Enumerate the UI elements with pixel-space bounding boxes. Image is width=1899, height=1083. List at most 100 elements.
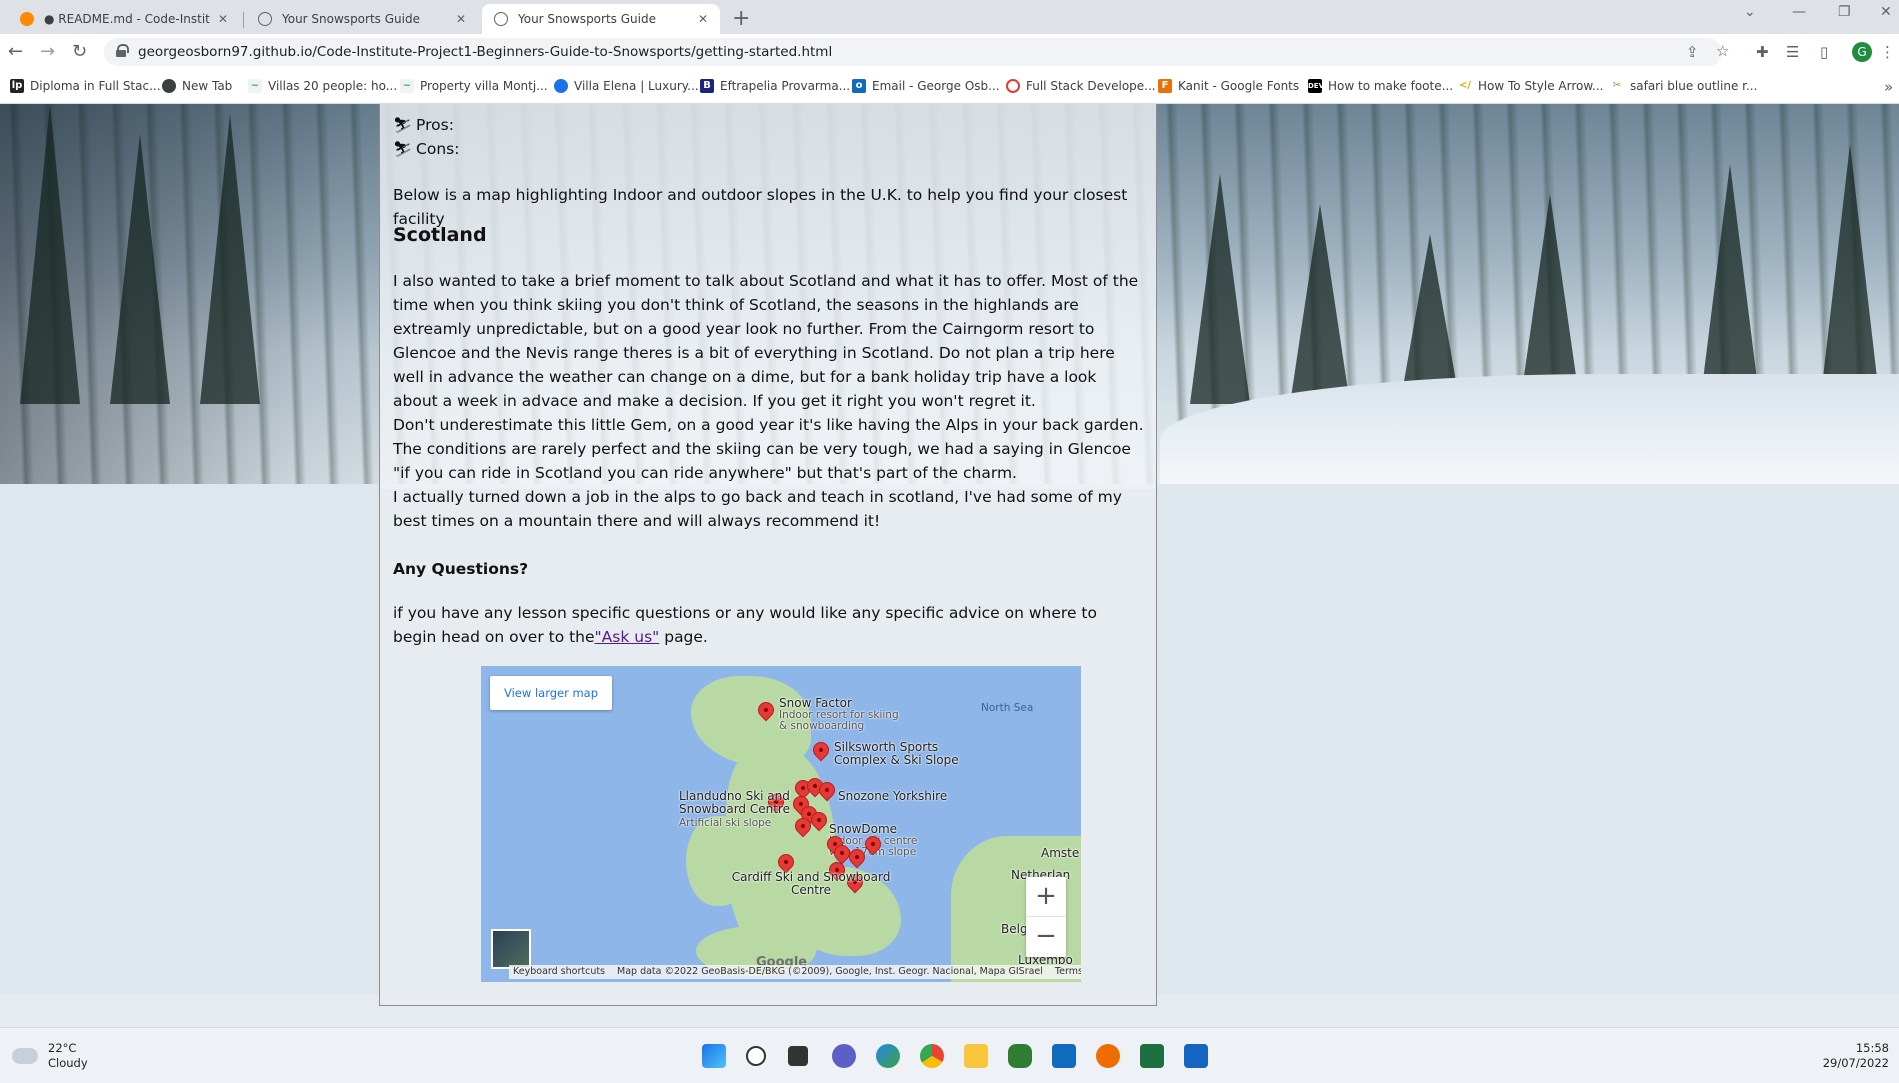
profile-avatar[interactable]: G (1852, 42, 1872, 62)
tab-snowsports-active[interactable]: Your Snowsports Guide ✕ (482, 4, 720, 34)
ask-us-link[interactable]: "Ask us" (595, 628, 660, 646)
bookmark-item[interactable]: lp Diploma in Full Stac... (10, 79, 161, 93)
bookmark-item[interactable]: o Email - George Osb... (852, 79, 1000, 93)
reading-list-icon[interactable]: ☰ (1786, 43, 1799, 61)
tab-divider (243, 12, 244, 28)
tab-readme[interactable]: ● README.md - Code-Institute-F ✕ (8, 4, 240, 34)
tab-snowsports-1[interactable]: Your Snowsports Guide ✕ (246, 4, 478, 34)
site-icon: ✂ (1610, 79, 1624, 93)
gitpod-icon (20, 12, 34, 26)
excel-icon[interactable] (1140, 1044, 1164, 1068)
forward-button[interactable]: → (40, 41, 55, 62)
map-zoom-control: + − (1026, 877, 1066, 957)
photos-icon[interactable] (1184, 1044, 1208, 1068)
dev-icon: DEV (1308, 79, 1324, 93)
bookmark-item[interactable]: B Eftrapelia Provarma... (700, 79, 850, 93)
app-icon[interactable] (1096, 1044, 1120, 1068)
spreadsheet-icon[interactable] (1008, 1044, 1032, 1068)
system-clock[interactable]: 15:58 29/07/2022 (1823, 1041, 1889, 1071)
url-text: georgeosborn97.github.io/Code-Institute-… (138, 44, 833, 60)
start-icon[interactable] (702, 1044, 726, 1068)
close-window-button[interactable]: ✕ (1880, 4, 1892, 20)
questions-paragraph: if you have any lesson specific question… (393, 604, 1097, 646)
keyboard-shortcuts-link[interactable]: Keyboard shortcuts (513, 960, 605, 982)
bookmarks-bar: lp Diploma in Full Stac... New Tab ~ Villa… (0, 70, 1899, 104)
edge-label: Belg (1001, 922, 1028, 936)
map-intro-text: Below is a map highlighting Indoor and o… (393, 186, 1128, 228)
bookmark-item[interactable]: Villa Elena | Luxury... (554, 79, 699, 93)
sea-label: North Sea (981, 702, 1034, 714)
scotland-heading: Scotland (393, 224, 487, 246)
bookmark-star-icon[interactable]: ☆ (1716, 42, 1729, 60)
windows-taskbar: 22°C Cloudy 15:58 29/07/2022 (0, 1027, 1899, 1083)
questions-heading: Any Questions? (393, 560, 529, 578)
scotland-paragraph-3: I actually turned down a job in the alps… (393, 488, 1122, 530)
more-bookmarks-icon[interactable]: » (1884, 78, 1893, 96)
temperature: 22°C (48, 1041, 77, 1055)
extensions-icon[interactable]: ✚ (1756, 43, 1769, 61)
scotland-paragraph-1: I also wanted to take a brief moment to … (393, 272, 1139, 410)
side-panel-icon[interactable]: ▯ (1820, 43, 1828, 61)
tab-strip: ● README.md - Code-Institute-F ✕ Your Sn… (0, 0, 1899, 34)
cloud-icon (12, 1048, 38, 1064)
bookmark-item[interactable]: DEV How to make foote... (1308, 79, 1453, 93)
reload-button[interactable]: ↻ (72, 41, 87, 62)
zoom-out-button[interactable]: − (1026, 917, 1066, 957)
page-viewport[interactable]: ⛷ Pros: ⛷ Cons: Below is a map highlight… (0, 104, 1899, 1027)
google-fonts-icon: F (1158, 79, 1172, 93)
task-view-icon[interactable] (788, 1046, 808, 1066)
skier-icon: ⛷ (393, 116, 413, 134)
clock-date: 29/07/2022 (1822, 1056, 1889, 1070)
pros-line: ⛷ Pros: (393, 113, 454, 137)
site-icon: ~ (248, 79, 262, 93)
scotland-paragraph-2: Don't underestimate this little Gem, on … (393, 416, 1144, 482)
close-icon[interactable]: ✕ (698, 12, 708, 26)
place-label-snow-factor: Snow Factor Indoor resort for skiing & sn… (779, 696, 899, 732)
zoom-in-button[interactable]: + (1026, 877, 1066, 917)
tab-title: Your Snowsports Guide (282, 12, 420, 26)
place-label-cardiff: Cardiff Ski and Snowboard Centre (731, 870, 891, 897)
outlook-icon: o (852, 79, 866, 93)
chat-icon[interactable] (832, 1044, 856, 1068)
minimize-button[interactable]: — (1792, 4, 1806, 20)
view-larger-map-button[interactable]: View larger map (490, 676, 613, 710)
bookmark-item[interactable]: </How To Style Arrow... (1458, 79, 1604, 93)
address-bar[interactable]: georgeosborn97.github.io/Code-Institute-… (104, 38, 1729, 66)
bookmark-item[interactable]: Full Stack Develope... (1006, 79, 1156, 93)
restore-button[interactable]: ❐ (1838, 4, 1851, 20)
map-attribution: Keyboard shortcuts Map data ©2022 GeoBas… (509, 965, 1081, 979)
bookmark-item[interactable]: F Kanit - Google Fonts (1158, 79, 1299, 93)
chrome-icon[interactable] (920, 1044, 944, 1068)
outlook-icon[interactable] (1052, 1044, 1076, 1068)
back-button[interactable]: ← (8, 41, 23, 62)
weather-widget[interactable]: 22°C Cloudy (12, 1041, 88, 1071)
map-pin[interactable] (809, 738, 833, 762)
edge-label: Amste (1041, 846, 1080, 860)
tab-search-icon[interactable]: ⌄ (1744, 4, 1756, 20)
new-tab-button[interactable]: + (732, 6, 750, 31)
bookmark-item[interactable]: ✂ safari blue outline r... (1610, 79, 1757, 93)
search-icon[interactable] (746, 1046, 766, 1066)
site-icon: ~ (400, 79, 414, 93)
place-label-llandudno: Llandudno Ski and Snowboard Centre Artifi… (679, 789, 790, 830)
terms-of-use-link[interactable]: Terms of Use (1055, 960, 1081, 982)
snow-slope (1160, 374, 1899, 484)
bookmark-item[interactable]: ~ Villas 20 people: ho... (248, 79, 397, 93)
edge-icon[interactable] (876, 1044, 900, 1068)
close-icon[interactable]: ✕ (218, 12, 228, 26)
globe-icon (162, 79, 176, 93)
bookmark-item[interactable]: New Tab (162, 79, 232, 93)
close-icon[interactable]: ✕ (456, 12, 466, 26)
place-label-silksworth: Silksworth Sports Complex & Ski Slope (834, 740, 959, 767)
file-explorer-icon[interactable] (964, 1044, 988, 1068)
bookmark-item[interactable]: ~ Property villa Montj... (400, 79, 548, 93)
share-icon[interactable]: ⇪ (1686, 43, 1699, 61)
place-label-snozone: Snozone Yorkshire (838, 789, 948, 803)
map-data-text: Map data ©2022 GeoBasis-DE/BKG (©2009), … (617, 966, 1043, 977)
menu-icon[interactable]: ⋮ (1880, 43, 1895, 61)
tab-title: Your Snowsports Guide (518, 12, 656, 26)
uk-slopes-map[interactable]: View larger map North Sea Snow Factor Ind… (481, 666, 1081, 982)
weather-condition: Cloudy (48, 1056, 88, 1070)
browser-toolbar: ← → ↻ georgeosborn97.github.io/Code-Inst… (0, 34, 1899, 70)
globe-icon (494, 12, 508, 26)
